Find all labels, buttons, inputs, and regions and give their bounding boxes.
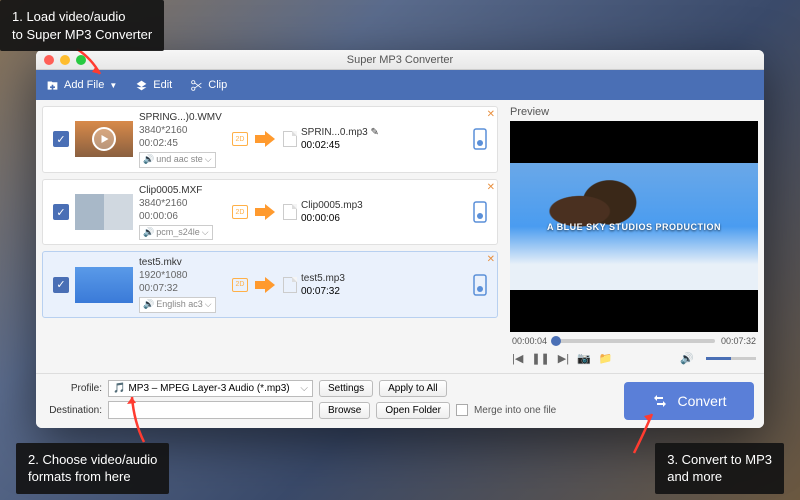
open-folder-button[interactable]: Open Folder: [376, 402, 450, 419]
add-file-icon: [46, 79, 59, 92]
audio-track-select[interactable]: 🔊 und aac ste ⌵: [139, 152, 216, 168]
pause-button[interactable]: ❚❚: [531, 352, 549, 365]
source-dimensions: 1920*1080: [139, 269, 229, 282]
titlebar: Super MP3 Converter: [36, 50, 764, 70]
snapshot-button[interactable]: 📷: [577, 352, 591, 365]
badge-2d-icon: 2D: [232, 205, 248, 219]
callout-load: 1. Load video/audio to Super MP3 Convert…: [0, 0, 164, 51]
output-filename: test5.mp3: [301, 272, 379, 285]
volume-slider[interactable]: [706, 357, 756, 360]
convert-label: Convert: [677, 393, 726, 409]
output-file-icon: [283, 204, 297, 220]
row-checkbox[interactable]: [53, 204, 69, 220]
badge-2d-icon: 2D: [232, 278, 248, 292]
edit-icon: [135, 79, 148, 92]
seek-slider[interactable]: [553, 339, 715, 343]
file-row[interactable]: test5.mkv 1920*1080 00:07:32 🔊 English a…: [42, 251, 498, 318]
settings-button[interactable]: Settings: [319, 380, 373, 397]
source-duration: 00:00:06: [139, 210, 229, 223]
thumbnail[interactable]: [75, 267, 133, 303]
clip-button[interactable]: Clip: [190, 79, 227, 92]
preview-label: Preview: [510, 106, 758, 118]
source-duration: 00:07:32: [139, 282, 229, 295]
browse-button[interactable]: Browse: [319, 402, 370, 419]
profile-label: Profile:: [46, 383, 102, 394]
video-preview[interactable]: A BLUE SKY STUDIOS PRODUCTION: [510, 121, 758, 332]
file-row[interactable]: Clip0005.MXF 3840*2160 00:00:06 🔊 pcm_s2…: [42, 179, 498, 246]
source-dimensions: 3840*2160: [139, 197, 229, 210]
apply-all-button[interactable]: Apply to All: [379, 380, 446, 397]
arrow-right-icon: [255, 204, 275, 220]
badge-2d-icon: 2D: [232, 132, 248, 146]
output-duration: 00:00:06: [301, 212, 379, 225]
row-checkbox[interactable]: [53, 277, 69, 293]
volume-icon[interactable]: 🔊: [680, 352, 694, 365]
row-checkbox[interactable]: [53, 131, 69, 147]
file-list: SPRING...)0.WMV 3840*2160 00:02:45 🔊 und…: [36, 100, 504, 373]
arrow-right-icon: [255, 277, 275, 293]
audio-track-select[interactable]: 🔊 English ac3 ⌵: [139, 297, 216, 313]
merge-label: Merge into one file: [474, 405, 556, 416]
edit-button[interactable]: Edit: [135, 79, 172, 92]
device-icon[interactable]: [469, 198, 491, 226]
time-current: 00:00:04: [512, 336, 547, 346]
output-duration: 00:07:32: [301, 285, 379, 298]
callout-convert: 3. Convert to MP3 and more: [655, 443, 784, 494]
scissors-icon: [190, 79, 203, 92]
time-total: 00:07:32: [721, 336, 756, 346]
file-row[interactable]: SPRING...)0.WMV 3840*2160 00:02:45 🔊 und…: [42, 106, 498, 173]
output-filename: Clip0005.mp3: [301, 199, 379, 212]
callout-format: 2. Choose video/audio formats from here: [16, 443, 169, 494]
audio-track-select[interactable]: 🔊 pcm_s24le ⌵: [139, 225, 213, 241]
prev-button[interactable]: |◀: [512, 352, 523, 365]
device-icon[interactable]: [469, 271, 491, 299]
video-overlay-text: A BLUE SKY STUDIOS PRODUCTION: [547, 222, 721, 232]
source-filename: SPRING...)0.WMV: [139, 111, 229, 124]
app-window: Super MP3 Converter Add File ▼ Edit Clip…: [36, 50, 764, 428]
output-filename: SPRIN...0.mp3 ✎: [301, 126, 379, 139]
next-button[interactable]: ▶|: [558, 352, 569, 365]
remove-row-button[interactable]: ✕: [487, 254, 495, 265]
edit-label: Edit: [153, 79, 172, 91]
arrow-right-icon: [255, 131, 275, 147]
merge-checkbox[interactable]: [456, 404, 468, 416]
toolbar: Add File ▼ Edit Clip: [36, 70, 764, 100]
source-filename: Clip0005.MXF: [139, 184, 229, 197]
device-icon[interactable]: [469, 125, 491, 153]
remove-row-button[interactable]: ✕: [487, 109, 495, 120]
output-file-icon: [283, 131, 297, 147]
thumbnail[interactable]: [75, 194, 133, 230]
source-filename: test5.mkv: [139, 256, 229, 269]
window-title: Super MP3 Converter: [36, 54, 764, 66]
preview-panel: Preview A BLUE SKY STUDIOS PRODUCTION 00…: [504, 100, 764, 373]
clip-label: Clip: [208, 79, 227, 91]
source-duration: 00:02:45: [139, 137, 229, 150]
destination-label: Destination:: [46, 405, 102, 416]
output-duration: 00:02:45: [301, 139, 379, 152]
folder-button[interactable]: 📁: [599, 352, 613, 365]
remove-row-button[interactable]: ✕: [487, 182, 495, 193]
source-dimensions: 3840*2160: [139, 124, 229, 137]
output-file-icon: [283, 277, 297, 293]
thumbnail[interactable]: [75, 121, 133, 157]
